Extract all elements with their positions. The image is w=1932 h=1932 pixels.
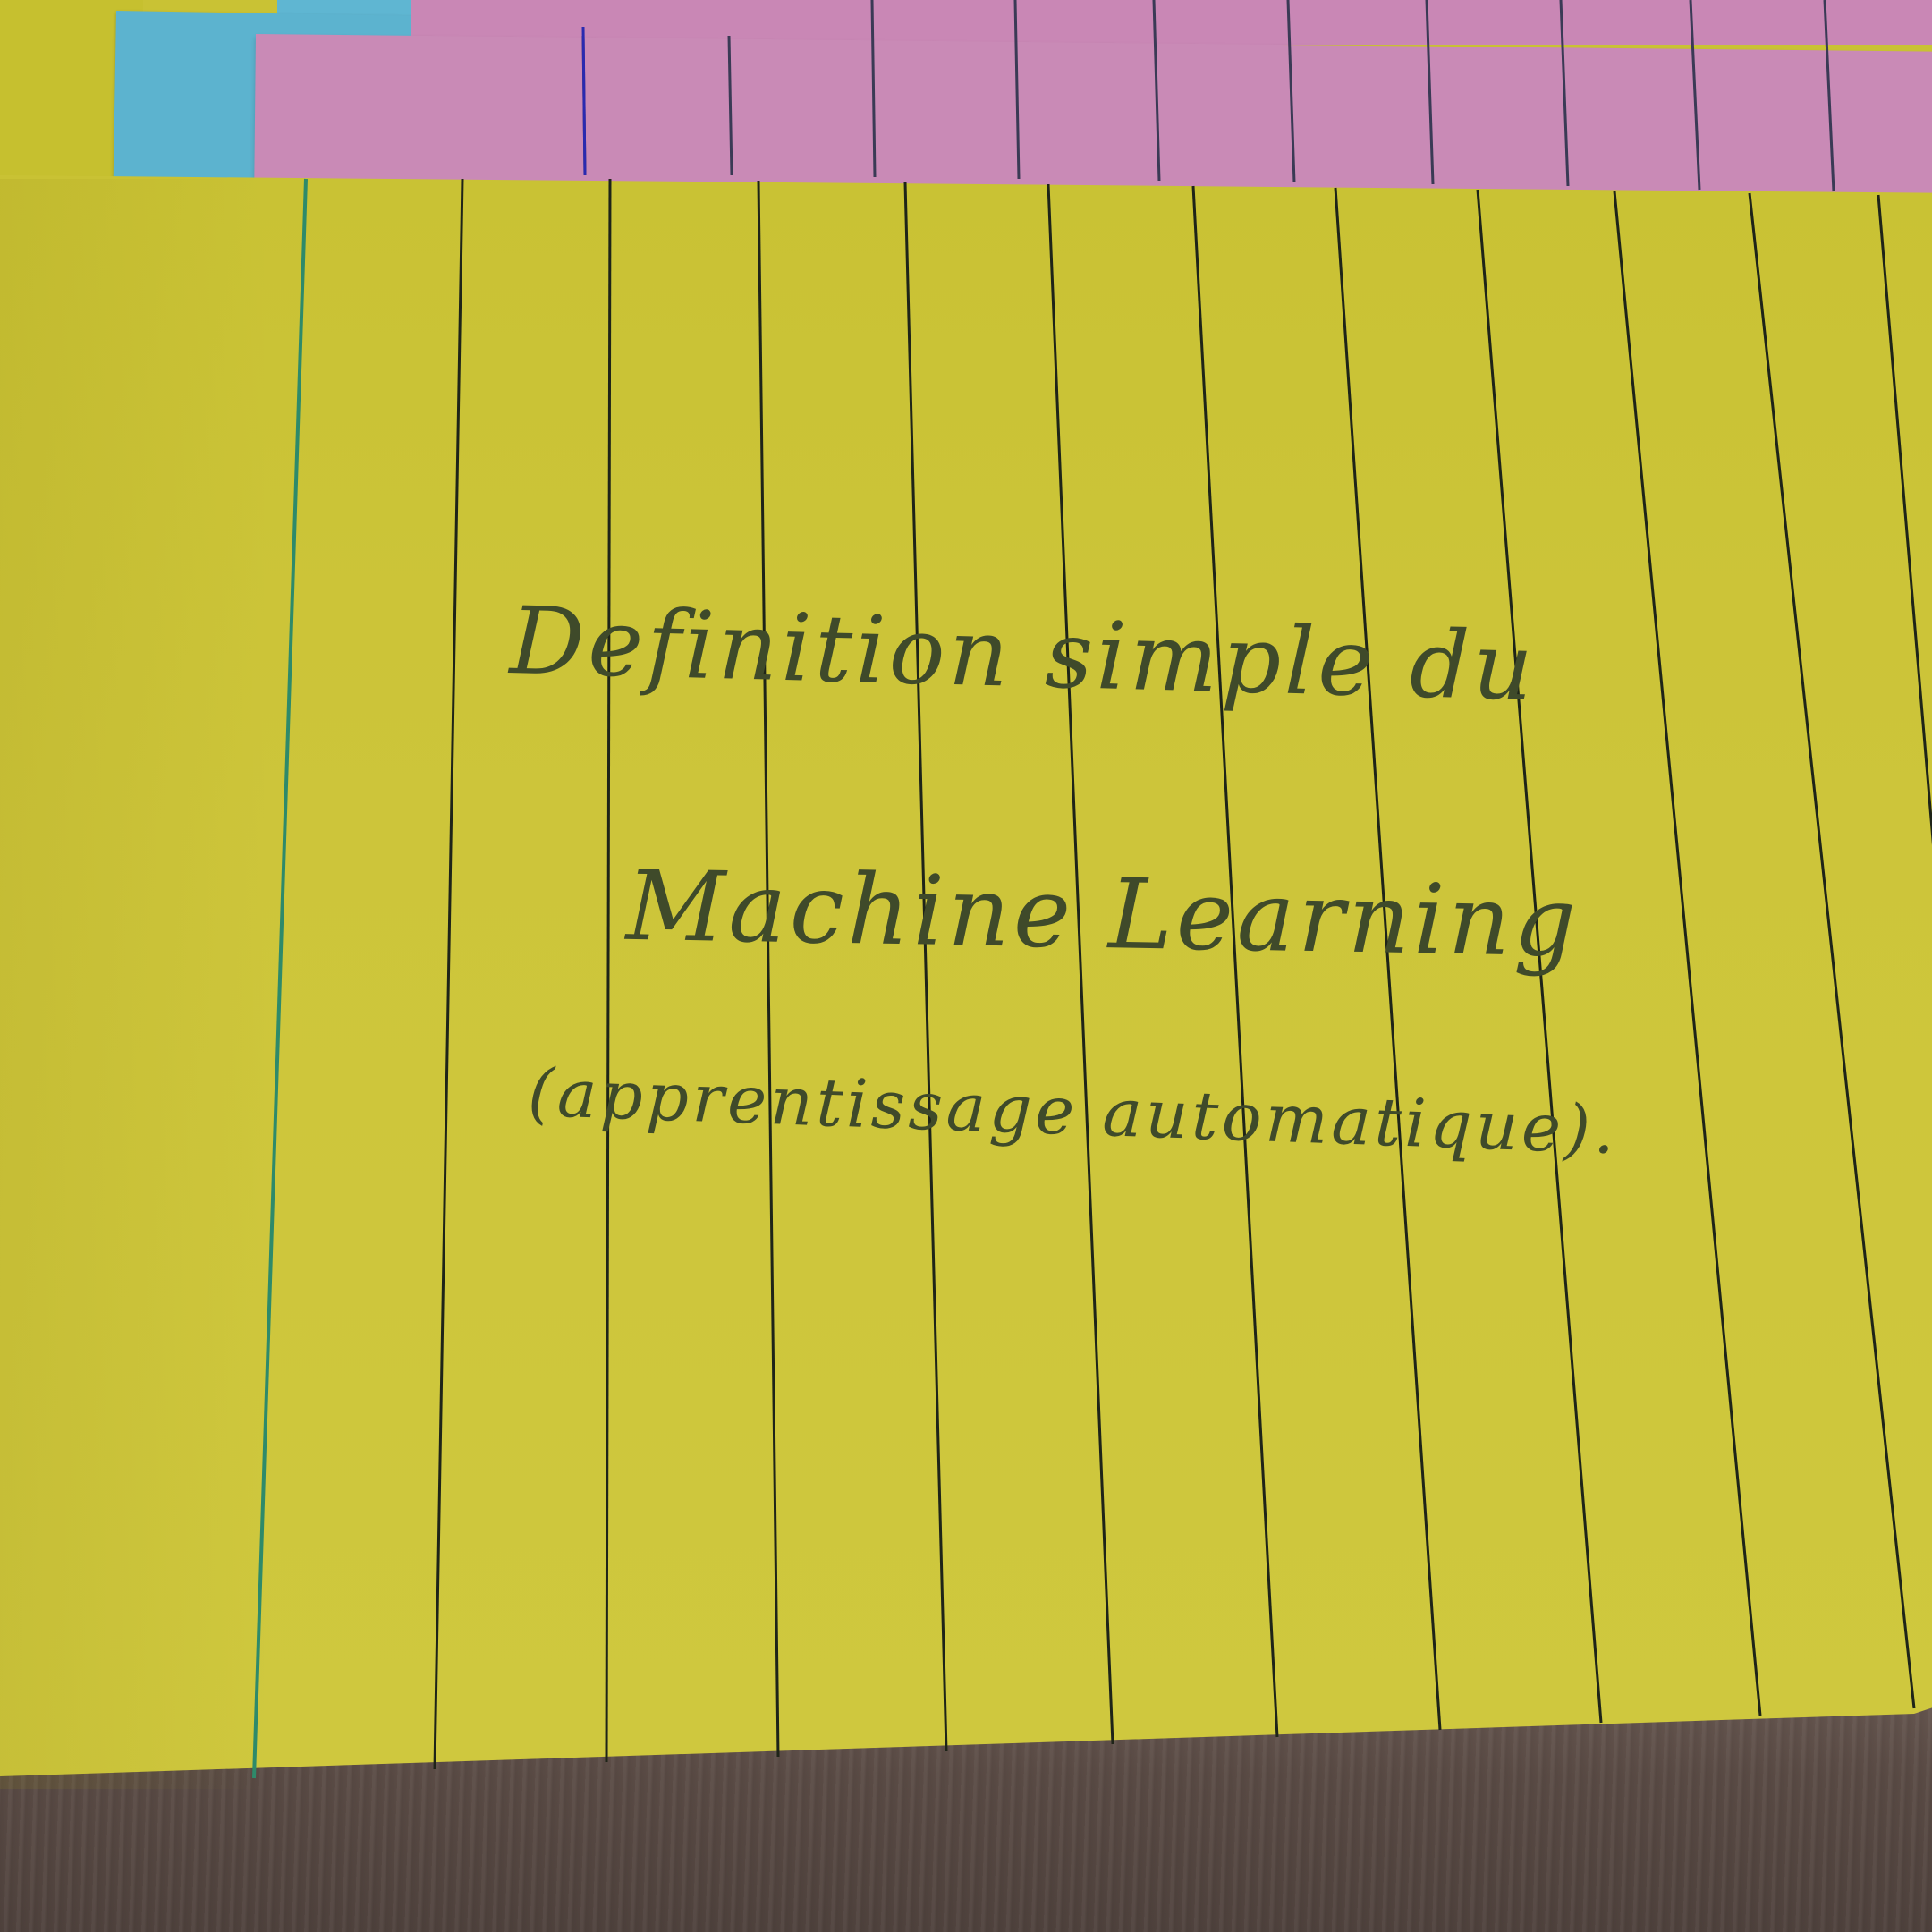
handwritten-line-2: Machine Learning: [624, 850, 1580, 979]
photo-scene: Definition simple du Machine Learning (a…: [0, 0, 1932, 1932]
pink-card-lines: [581, 0, 1835, 192]
yellow-card-ruled-lines: [433, 178, 1932, 1770]
pink-card-margin: [581, 26, 587, 176]
yellow-card-margin-line: [252, 178, 308, 1779]
